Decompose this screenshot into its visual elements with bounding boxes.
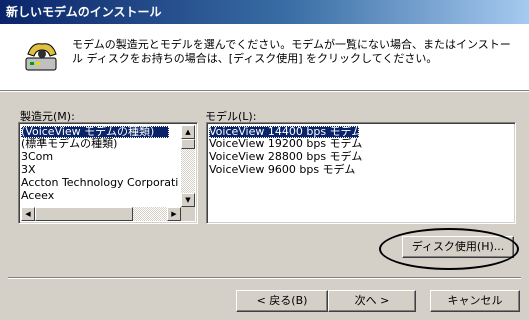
- header-divider: [0, 90, 529, 92]
- model-listbox[interactable]: VoiceView 14400 bps モデム VoiceView 19200 …: [206, 122, 516, 224]
- scroll-thumb[interactable]: [181, 139, 195, 149]
- next-button[interactable]: 次へ >: [328, 290, 416, 312]
- list-item[interactable]: Aceex: [21, 190, 54, 202]
- footer-divider: [8, 277, 521, 279]
- list-item[interactable]: VoiceView 9600 bps モデム: [209, 164, 355, 176]
- list-item[interactable]: 3X: [21, 164, 36, 176]
- list-item[interactable]: VoiceView 19200 bps モデム: [209, 138, 362, 150]
- scroll-thumb[interactable]: [35, 207, 133, 221]
- list-item[interactable]: 3Com: [21, 151, 53, 163]
- highlight-ellipse: [379, 228, 519, 270]
- list-item[interactable]: Accton Technology Corporatic: [21, 177, 179, 189]
- scroll-up-button[interactable]: ▲: [181, 125, 195, 139]
- scroll-down-button[interactable]: ▼: [181, 193, 195, 207]
- cancel-button[interactable]: キャンセル: [430, 290, 520, 312]
- horizontal-scrollbar[interactable]: ◀ ▶: [21, 207, 181, 221]
- modem-phone-icon: [25, 43, 57, 71]
- list-item[interactable]: (標準モデムの種類): [21, 138, 117, 150]
- manufacturer-listbox[interactable]: (VoiceView モデムの種類) (標準モデムの種類) 3Com 3X Ac…: [18, 122, 198, 224]
- scroll-left-button[interactable]: ◀: [21, 207, 35, 221]
- window-title: 新しいモデムのインストール: [6, 5, 162, 19]
- vertical-scrollbar[interactable]: ▲ ▼: [181, 125, 195, 207]
- title-bar[interactable]: 新しいモデムのインストール: [0, 0, 529, 24]
- instructions-text: モデムの製造元とモデルを選んでください。モデムが一覧にない場合、またはインストー…: [72, 38, 511, 65]
- scroll-right-button[interactable]: ▶: [167, 207, 181, 221]
- back-button[interactable]: < 戻る(B): [236, 290, 328, 312]
- scroll-corner: [181, 207, 195, 221]
- list-item[interactable]: VoiceView 28800 bps モデム: [209, 151, 362, 163]
